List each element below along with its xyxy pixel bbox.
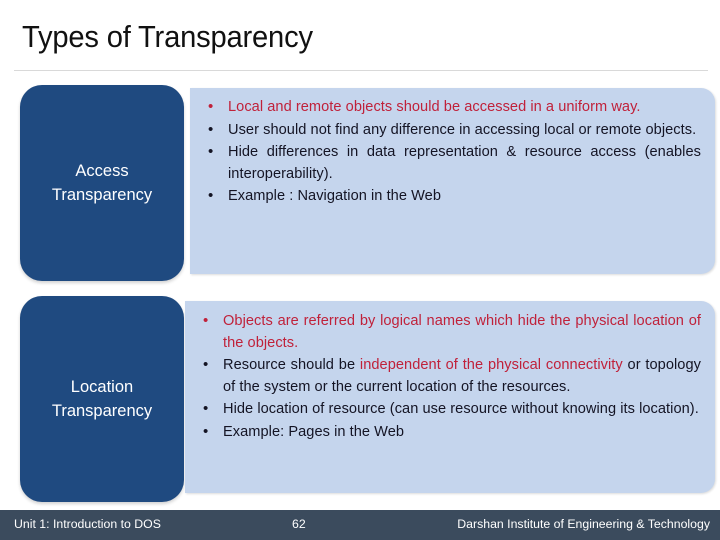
bullet-item: Objects are referred by logical names wh… <box>193 310 701 354</box>
page-title: Types of Transparency <box>22 19 313 54</box>
bullet-item: Resource should be independent of the ph… <box>193 354 701 398</box>
footer-page-number: 62 <box>292 517 306 531</box>
section-label-access-line2: Transparency <box>51 186 153 204</box>
section-label-access: Access Transparency <box>44 159 160 207</box>
bullet-list-location: Objects are referred by logical names wh… <box>193 310 701 444</box>
section-label-access-line1: Access <box>75 162 129 180</box>
title-divider <box>14 70 708 71</box>
bullet-list-access: Local and remote objects should be acces… <box>198 96 701 208</box>
bullets-panel-location: Objects are referred by logical names wh… <box>185 301 715 493</box>
bullet-text-pre: Resource should be <box>223 357 360 373</box>
bullet-item: Local and remote objects should be acces… <box>198 96 701 119</box>
slide-footer: Unit 1: Introduction to DOS 62 Darshan I… <box>0 510 720 540</box>
footer-institute-label: Darshan Institute of Engineering & Techn… <box>457 517 710 531</box>
bullet-item: Example: Pages in the Web <box>193 421 701 444</box>
bullet-item: Example : Navigation in the Web <box>198 185 701 208</box>
section-access-transparency: Access Transparency Local and remote obj… <box>0 85 720 281</box>
section-label-location: Location Transparency <box>44 375 160 423</box>
bullet-item: User should not find any difference in a… <box>198 119 701 142</box>
section-label-box-location: Location Transparency <box>20 296 184 502</box>
footer-unit-label: Unit 1: Introduction to DOS <box>14 517 161 531</box>
section-label-box-access: Access Transparency <box>20 85 184 281</box>
bullet-item: Hide location of resource (can use resou… <box>193 398 701 421</box>
bullet-text-highlight: independent of the physical connectivity <box>359 357 623 373</box>
bullets-panel-access: Local and remote objects should be acces… <box>190 88 715 274</box>
section-label-location-line2: Transparency <box>51 402 153 420</box>
bullet-item: Hide differences in data representation … <box>198 141 701 185</box>
section-location-transparency: Location Transparency Objects are referr… <box>0 296 720 502</box>
section-label-location-line1: Location <box>70 378 134 396</box>
